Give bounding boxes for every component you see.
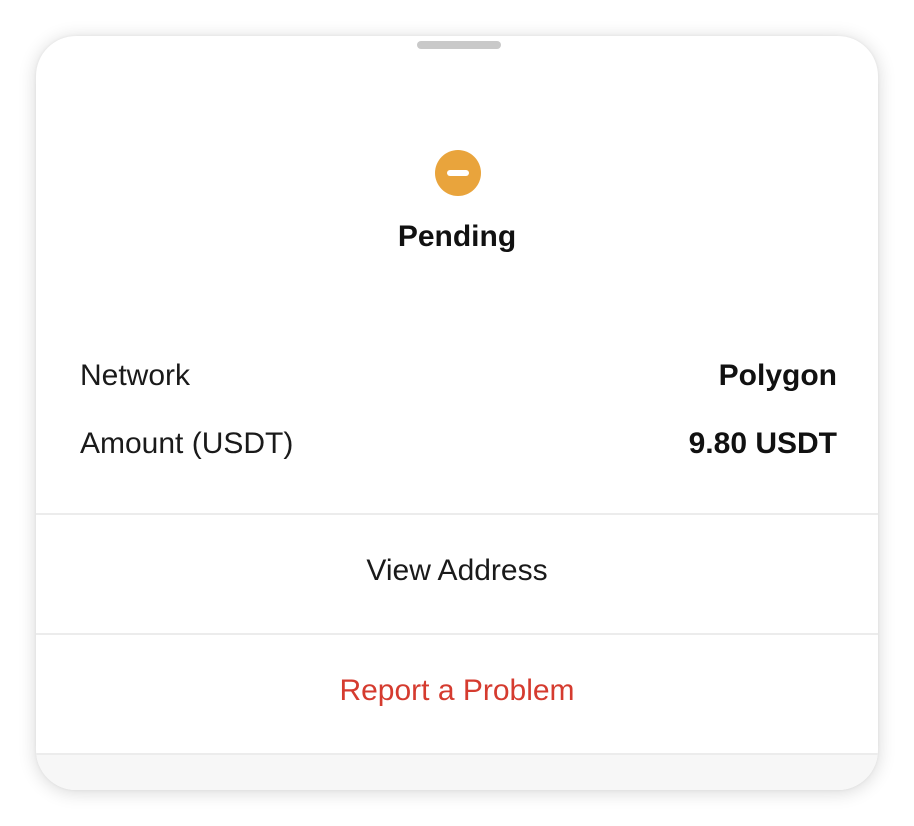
transaction-detail-sheet: Pending Network Polygon Amount (USDT) 9.… bbox=[36, 36, 878, 790]
divider bbox=[36, 633, 878, 635]
detail-value: Polygon bbox=[718, 359, 837, 392]
detail-label: Network bbox=[80, 359, 191, 392]
detail-row-network: Network Polygon bbox=[80, 356, 837, 396]
sheet-drag-handle[interactable] bbox=[417, 41, 501, 49]
detail-row-amount: Amount (USDT) 9.80 USDT bbox=[80, 424, 837, 464]
report-problem-button[interactable]: Report a Problem bbox=[36, 674, 878, 708]
detail-value: 9.80 USDT bbox=[688, 427, 837, 460]
minus-circle-icon bbox=[447, 170, 469, 176]
view-address-button[interactable]: View Address bbox=[36, 554, 878, 588]
divider bbox=[36, 513, 878, 515]
detail-label: Amount (USDT) bbox=[80, 427, 294, 460]
sheet-footer-area bbox=[36, 755, 878, 790]
status-title: Pending bbox=[397, 220, 517, 253]
pending-status-icon bbox=[435, 150, 481, 196]
